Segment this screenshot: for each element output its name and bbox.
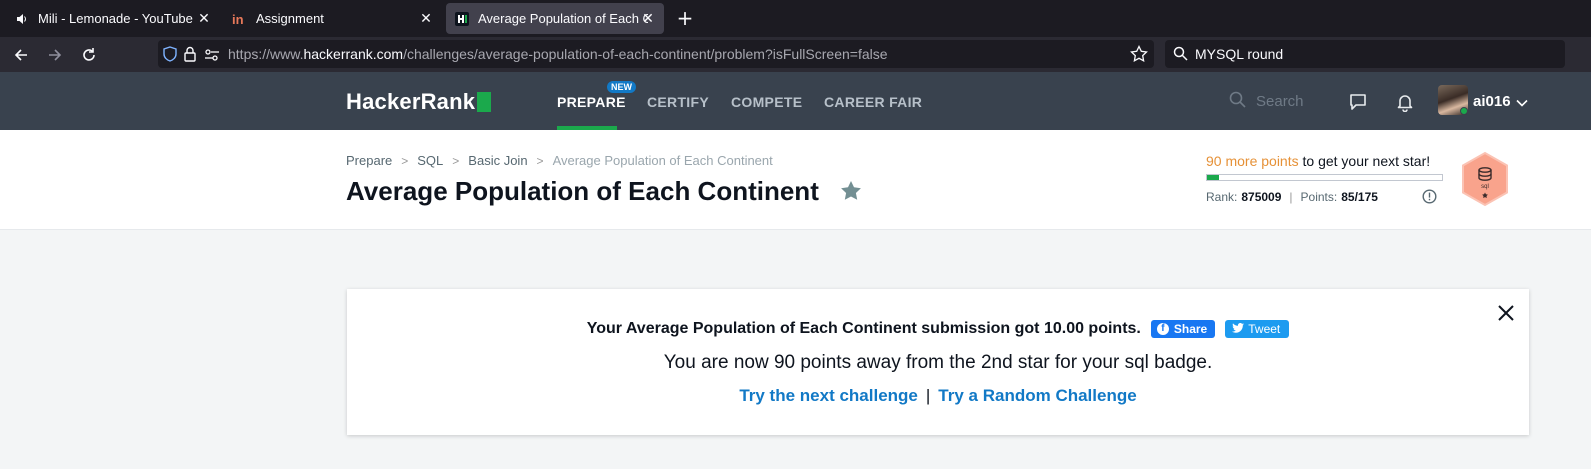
search-icon [1229, 91, 1246, 112]
address-bar[interactable]: https://www.hackerrank.com/challenges/av… [158, 40, 1154, 68]
new-badge: NEW [607, 81, 636, 93]
browser-tab-strip: Mili - Lemonade - YouTube ✕ in Assignmen… [0, 0, 1591, 37]
url-text[interactable]: https://www.hackerrank.com/challenges/av… [228, 46, 888, 62]
messages-icon[interactable] [1347, 91, 1369, 113]
browser-search-text: MYSQL round [1195, 46, 1284, 62]
bookmark-star-icon[interactable] [1130, 44, 1148, 67]
facebook-icon: f [1156, 323, 1169, 335]
badge-label: sql [1481, 184, 1489, 190]
breadcrumb: Prepare > SQL > Basic Join > Average Pop… [346, 153, 773, 168]
svg-text:in: in [232, 12, 244, 26]
nav-compete[interactable]: COMPETE [731, 94, 802, 110]
breadcrumb-basic-join[interactable]: Basic Join [468, 153, 527, 168]
browser-nav-bar: https://www.hackerrank.com/challenges/av… [0, 37, 1591, 72]
close-icon[interactable]: ✕ [196, 10, 212, 27]
tab-title: Assignment [256, 11, 324, 26]
chevron-right-icon: > [401, 153, 409, 168]
chevron-down-icon[interactable] [1516, 94, 1528, 113]
site-search[interactable]: Search [1229, 91, 1304, 112]
twitter-bird-icon [1232, 322, 1245, 336]
notifications-bell-icon[interactable] [1394, 91, 1416, 113]
sql-badge-icon[interactable]: sql [1459, 151, 1511, 207]
progress-fill [1207, 175, 1219, 180]
facebook-share-button[interactable]: f Share [1150, 320, 1216, 338]
submission-message: Your Average Population of Each Continen… [586, 320, 1141, 337]
new-tab-plus-icon[interactable]: + [673, 6, 697, 30]
submission-notification: Your Average Population of Each Continen… [347, 289, 1529, 435]
permissions-icon[interactable] [204, 47, 220, 66]
close-icon[interactable]: ✕ [418, 10, 434, 27]
random-challenge-link[interactable]: Try a Random Challenge [938, 386, 1136, 406]
shield-icon[interactable] [162, 46, 178, 66]
tab-title: Mili - Lemonade - YouTube [38, 11, 193, 26]
nav-certify[interactable]: CERTIFY [647, 94, 709, 110]
close-icon[interactable] [1496, 303, 1516, 323]
close-icon[interactable]: ✕ [640, 10, 656, 27]
username[interactable]: ai016 [1473, 93, 1511, 110]
link-separator: | [925, 386, 931, 405]
speaker-icon [14, 11, 30, 27]
breadcrumb-prepare[interactable]: Prepare [346, 153, 392, 168]
forward-arrow-icon[interactable] [43, 43, 67, 67]
info-icon[interactable] [1422, 189, 1437, 208]
chevron-right-icon: > [536, 153, 544, 168]
tab-hackerrank[interactable]: Average Population of Each Cor ✕ [446, 3, 664, 34]
tab-assignment[interactable]: in Assignment ✕ [224, 3, 442, 34]
next-challenge-link[interactable]: Try the next challenge [739, 386, 918, 406]
lock-icon[interactable] [183, 46, 197, 66]
hackerrank-logo[interactable]: HackerRank [346, 89, 492, 115]
hackerrank-icon [454, 11, 470, 27]
page-title: Average Population of Each Continent [346, 176, 819, 206]
search-placeholder: Search [1256, 93, 1304, 110]
nav-prepare[interactable]: PREPARE [557, 94, 626, 110]
rank-value: 875009 [1241, 190, 1282, 204]
search-icon [1173, 46, 1188, 65]
chevron-right-icon: > [452, 153, 460, 168]
points-label: Points: [1300, 190, 1338, 204]
points-value: 85/175 [1341, 190, 1378, 204]
invision-icon: in [232, 11, 248, 27]
next-star-message: 90 more points to get your next star! [1206, 153, 1431, 169]
reload-icon[interactable] [77, 43, 101, 67]
avatar[interactable] [1438, 85, 1468, 115]
breadcrumb-current: Average Population of Each Continent [552, 153, 773, 168]
online-status-dot [1460, 107, 1468, 115]
site-header: HackerRank PREPARE NEW CERTIFY COMPETE C… [0, 72, 1591, 130]
browser-search-bar[interactable]: MYSQL round [1165, 40, 1565, 68]
star-progress-bar [1206, 174, 1443, 181]
tab-youtube[interactable]: Mili - Lemonade - YouTube ✕ [4, 3, 220, 34]
challenge-header: Prepare > SQL > Basic Join > Average Pop… [0, 130, 1591, 230]
rank-points-line: Rank: 875009 | Points: 85/175 [1206, 190, 1378, 204]
nav-career-fair[interactable]: CAREER FAIR [824, 94, 922, 110]
back-arrow-icon[interactable] [9, 43, 33, 67]
breadcrumb-sql[interactable]: SQL [417, 153, 443, 168]
badge-progress-message: You are now 90 points away from the 2nd … [663, 352, 1213, 373]
star-icon[interactable] [840, 180, 862, 205]
tweet-button[interactable]: Tweet [1225, 320, 1290, 338]
tab-title: Average Population of Each Cor [478, 11, 648, 26]
rank-label: Rank: [1206, 190, 1238, 204]
